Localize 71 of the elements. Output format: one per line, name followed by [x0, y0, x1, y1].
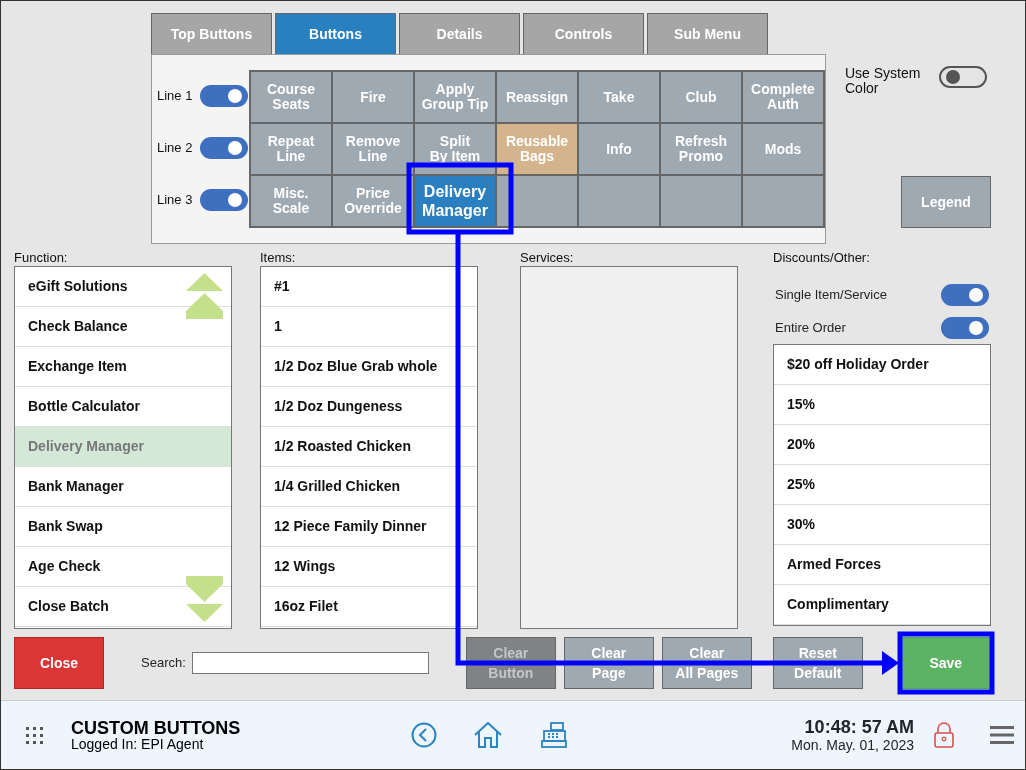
line-label: Line 3 [157, 191, 193, 210]
line-label: Line 2 [157, 139, 193, 158]
tab[interactable]: Sub Menu [647, 13, 768, 54]
list-label: Items: [260, 249, 297, 266]
legend-button[interactable]: Legend [901, 176, 991, 228]
search-label: Search: [141, 654, 186, 673]
grid-button[interactable]: Take [578, 71, 660, 123]
item-row[interactable]: 1/4 Grilled Chicken [261, 467, 477, 507]
grid-button[interactable]: Course Seats [250, 71, 332, 123]
grid-button[interactable]: Repeat Line [250, 123, 332, 175]
discount-row[interactable]: Armed Forces [774, 545, 990, 585]
discount-row[interactable]: 30% [774, 505, 990, 545]
system-color-toggle[interactable] [939, 66, 987, 88]
option-label: Entire Order [775, 318, 846, 337]
function-item[interactable]: Bank Swap [15, 507, 231, 547]
grid-button[interactable]: Refresh Promo [660, 123, 742, 175]
line-toggle[interactable] [200, 85, 249, 107]
function-item[interactable]: Exchange Item [15, 347, 231, 387]
discount-row[interactable]: $20 off Holiday Order [774, 345, 990, 385]
option-toggle[interactable] [941, 283, 989, 306]
grid-button[interactable]: Club [660, 71, 742, 123]
function-item[interactable]: Bank Manager [15, 467, 231, 507]
function-item[interactable]: Delivery Manager [15, 427, 231, 467]
grid-button[interactable]: Fire [332, 71, 414, 123]
grid-button[interactable]: Apply Group Tip [414, 71, 496, 123]
grid-button[interactable]: Complete Auth [742, 71, 824, 123]
grid-button[interactable]: Remove Line [332, 123, 414, 175]
line-toggle[interactable] [200, 137, 249, 159]
home-icon[interactable] [473, 722, 503, 748]
discount-row[interactable]: Complimentary [774, 585, 990, 625]
save-button[interactable]: Save [900, 637, 991, 689]
lock-icon[interactable] [934, 722, 954, 748]
grid-button[interactable]: Price Override [332, 175, 414, 227]
item-row[interactable]: 12 Wings [261, 547, 477, 587]
item-row[interactable]: 16oz Filet [261, 587, 477, 627]
tab[interactable]: Details [399, 13, 520, 54]
tab[interactable]: Controls [523, 13, 644, 54]
line-label: Line 1 [157, 87, 193, 106]
grid-button[interactable]: Delivery Manager [414, 175, 496, 227]
screen-title: CUSTOM BUTTONS [71, 718, 242, 737]
clock-time: 10:48: 57 AM [803, 717, 914, 737]
item-row[interactable]: 1/2 Doz Blue Grab whole [261, 347, 477, 387]
grid-button[interactable]: Mods [742, 123, 824, 175]
item-row[interactable]: #1 [261, 267, 477, 307]
list-label: Services: [520, 249, 575, 266]
app-grid-icon[interactable] [26, 726, 43, 744]
item-row[interactable]: 1/2 Roasted Chicken [261, 427, 477, 467]
discount-row[interactable]: 20% [774, 425, 990, 465]
menu-icon[interactable] [990, 726, 1014, 744]
list-label: Function: [14, 249, 69, 266]
list-label: Discounts/Other: [773, 249, 871, 266]
clock-date: Mon. May. 01, 2023 [791, 737, 914, 753]
close-button[interactable]: Close [14, 637, 104, 689]
discount-row[interactable]: 15% [774, 385, 990, 425]
tab[interactable]: Buttons [275, 13, 396, 54]
grid-button[interactable]: Misc. Scale [250, 175, 332, 227]
item-row[interactable]: 12 Piece Family Dinner [261, 507, 477, 547]
search-field[interactable] [191, 652, 429, 674]
system-color-label: Use System Color [845, 66, 922, 96]
grid-button[interactable]: Reassign [496, 71, 578, 123]
line-toggle[interactable] [200, 189, 249, 211]
option-toggle[interactable] [941, 316, 989, 339]
cash-register-icon[interactable] [541, 722, 567, 748]
grid-button[interactable]: Info [578, 123, 660, 175]
option-label: Single Item/Service [775, 285, 887, 304]
item-row[interactable]: 1/2 Doz Dungeness [261, 387, 477, 427]
item-row[interactable]: 1 [261, 307, 477, 347]
logged-in-text: Logged In: EPI Agent [71, 736, 205, 752]
discount-row[interactable]: 25% [774, 465, 990, 505]
tab[interactable]: Top Buttons [151, 13, 272, 54]
back-icon[interactable] [411, 722, 437, 748]
